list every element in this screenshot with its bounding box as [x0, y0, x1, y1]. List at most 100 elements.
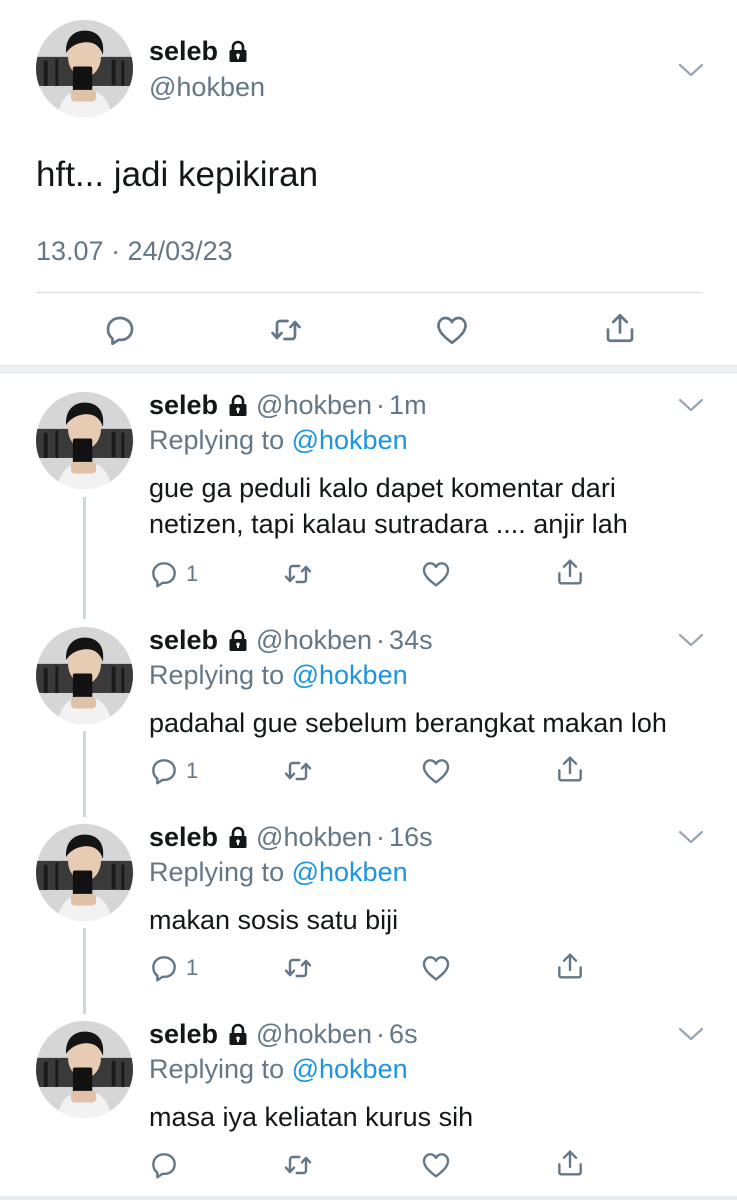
author-handle[interactable]: @hokben — [256, 1019, 372, 1050]
reply-header: seleb @hokben · 34s — [149, 625, 433, 656]
retweet-icon — [282, 1149, 314, 1181]
like-icon — [420, 1149, 452, 1181]
reply-text: masa iya keliatan kurus sih — [149, 1102, 474, 1132]
author-handle[interactable]: @hokben — [256, 822, 372, 853]
replying-to: Replying to @hokben — [149, 1054, 408, 1085]
reply-icon — [148, 755, 180, 787]
share-button[interactable] — [602, 310, 638, 346]
like-button[interactable] — [434, 312, 470, 348]
share-icon — [554, 1147, 586, 1179]
like-button[interactable] — [420, 755, 452, 787]
reply-header: seleb @hokben · 1m — [149, 390, 427, 421]
reply-tweet[interactable]: seleb @hokben · 16s Replying to @hokben … — [0, 822, 737, 1002]
like-icon — [420, 755, 452, 787]
retweet-icon — [282, 755, 314, 787]
chevron-down-icon[interactable] — [678, 1026, 704, 1042]
reply-count: 1 — [186, 561, 199, 586]
avatar[interactable] — [36, 392, 133, 489]
chevron-down-icon[interactable] — [678, 829, 704, 845]
retweet-button[interactable] — [282, 1149, 314, 1181]
avatar[interactable] — [36, 20, 133, 117]
share-button[interactable] — [554, 950, 586, 982]
separator-dot: · — [376, 822, 386, 852]
reply-header: seleb @hokben · 16s — [149, 822, 433, 853]
separator-dot: · — [376, 390, 386, 420]
reply-button[interactable]: 1 — [148, 952, 198, 984]
section-separator — [0, 365, 737, 373]
reply-button[interactable]: 1 — [148, 755, 198, 787]
author-name-text[interactable]: seleb — [149, 36, 218, 67]
author-name[interactable]: seleb — [149, 1019, 218, 1050]
reply-button[interactable] — [148, 1149, 186, 1181]
author-name[interactable]: seleb — [149, 390, 218, 421]
replying-to-label: Replying to — [149, 425, 285, 455]
author-name[interactable]: seleb — [149, 625, 218, 656]
like-icon — [434, 312, 470, 348]
share-icon — [554, 753, 586, 785]
retweet-button[interactable] — [282, 755, 314, 787]
tweet-thread-page: seleb @hokben hft... jadi kepikiran 13.0… — [0, 0, 737, 1200]
reply-tweet[interactable]: seleb @hokben · 1m Replying to @hokben g… — [0, 390, 737, 605]
author-handle[interactable]: @hokben — [149, 72, 265, 103]
chevron-down-icon[interactable] — [678, 62, 704, 78]
avatar[interactable] — [36, 1021, 133, 1118]
share-icon — [554, 950, 586, 982]
chevron-down-icon[interactable] — [678, 397, 704, 413]
lock-icon — [226, 1023, 250, 1047]
avatar[interactable] — [36, 627, 133, 724]
replying-to-label: Replying to — [149, 857, 285, 887]
reply-time: 1m — [389, 390, 427, 420]
author-handle[interactable]: @hokben — [256, 390, 372, 421]
reply-tweet[interactable]: seleb @hokben · 6s Replying to @hokben m… — [0, 1019, 737, 1196]
retweet-button[interactable] — [268, 312, 304, 348]
author-handle[interactable]: @hokben — [256, 625, 372, 656]
reply-count: 1 — [186, 758, 199, 783]
mention-link[interactable]: @hokben — [292, 425, 408, 455]
reply-time: 34s — [389, 625, 433, 655]
like-button[interactable] — [420, 952, 452, 984]
like-button[interactable] — [420, 558, 452, 590]
replying-to: Replying to @hokben — [149, 660, 408, 691]
author-name[interactable]: seleb — [149, 822, 218, 853]
lock-icon — [226, 826, 250, 850]
lock-icon — [226, 40, 250, 64]
avatar[interactable] — [36, 824, 133, 921]
reply-time: 16s — [389, 822, 433, 852]
reply-icon — [148, 558, 180, 590]
reply-icon — [148, 952, 180, 984]
retweet-icon — [268, 312, 304, 348]
mention-link[interactable]: @hokben — [292, 857, 408, 887]
reply-time: 6s — [389, 1019, 418, 1049]
retweet-button[interactable] — [282, 558, 314, 590]
reply-tweet[interactable]: seleb @hokben · 34s Replying to @hokben … — [0, 625, 737, 805]
chevron-down-icon[interactable] — [678, 632, 704, 648]
bottom-divider — [0, 1196, 737, 1200]
share-button[interactable] — [554, 556, 586, 588]
share-button[interactable] — [554, 753, 586, 785]
reply-text: padahal gue sebelum berangkat makan loh — [149, 708, 667, 738]
author-name[interactable]: seleb — [149, 36, 250, 67]
share-icon — [554, 556, 586, 588]
separator-dot: · — [376, 625, 386, 655]
tweet-timestamp: 13.07 · 24/03/23 — [36, 236, 233, 266]
reply-text: makan sosis satu biji — [149, 905, 399, 935]
share-button[interactable] — [554, 1147, 586, 1179]
retweet-icon — [282, 558, 314, 590]
reply-icon — [102, 312, 138, 348]
replying-to-label: Replying to — [149, 660, 285, 690]
tweet-actions — [0, 310, 737, 354]
tweet-text: hft... jadi kepikiran — [36, 155, 319, 194]
reply-button[interactable]: 1 — [148, 558, 198, 590]
replying-to: Replying to @hokben — [149, 857, 408, 888]
like-button[interactable] — [420, 1149, 452, 1181]
retweet-button[interactable] — [282, 952, 314, 984]
reply-button[interactable] — [102, 312, 138, 348]
mention-link[interactable]: @hokben — [292, 1054, 408, 1084]
reply-icon — [148, 1149, 180, 1181]
like-icon — [420, 952, 452, 984]
reply-header: seleb @hokben · 6s — [149, 1019, 418, 1050]
replying-to-label: Replying to — [149, 1054, 285, 1084]
replying-to: Replying to @hokben — [149, 425, 408, 456]
mention-link[interactable]: @hokben — [292, 660, 408, 690]
share-icon — [602, 310, 638, 346]
